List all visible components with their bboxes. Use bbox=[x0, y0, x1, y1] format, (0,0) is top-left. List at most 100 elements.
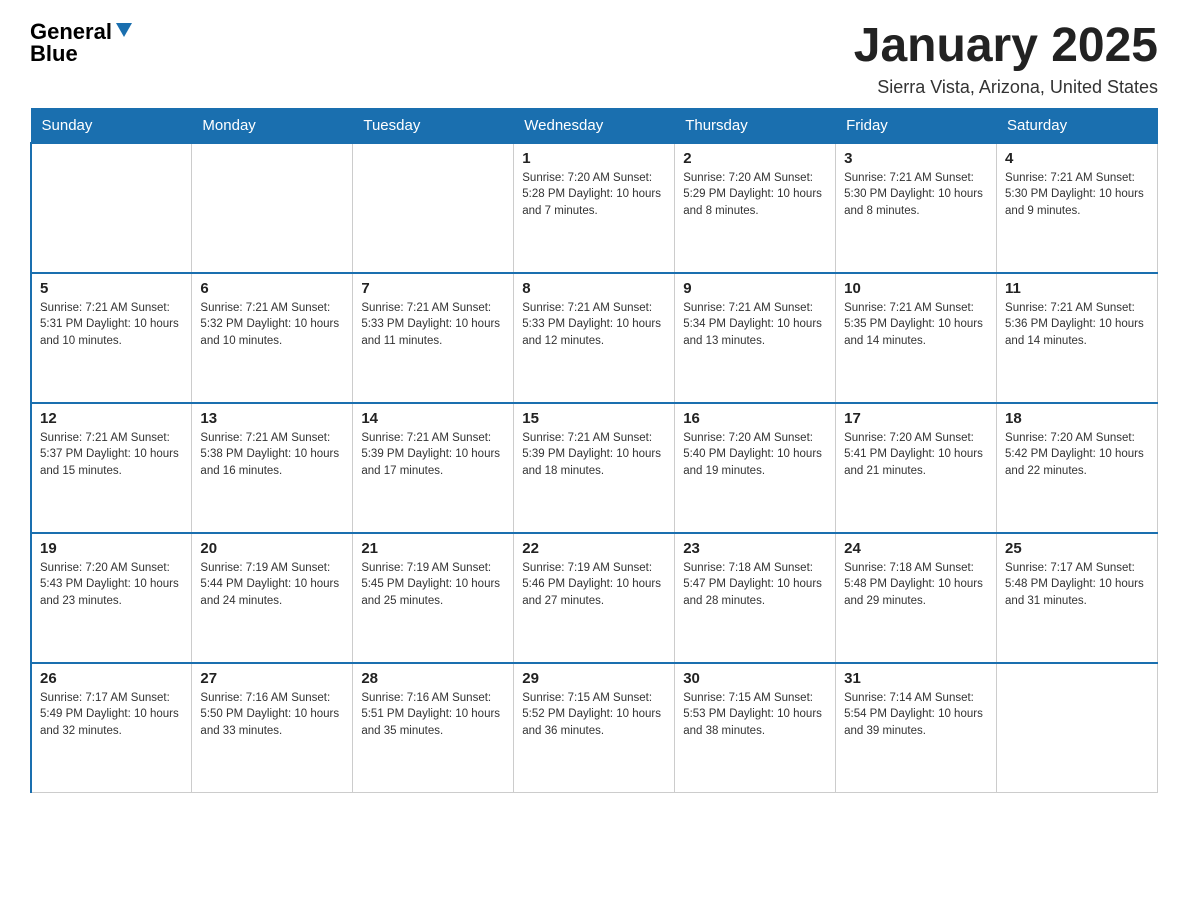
day-number: 18 bbox=[1005, 410, 1149, 427]
calendar-header-thursday: Thursday bbox=[675, 108, 836, 143]
calendar-cell: 14Sunrise: 7:21 AM Sunset: 5:39 PM Dayli… bbox=[353, 403, 514, 533]
calendar-cell: 27 Sunrise: 7:16 AM Sunset: 5:50 PM Dayli… bbox=[192, 663, 353, 793]
day-number: 5 bbox=[40, 280, 183, 297]
day-number: 20 bbox=[200, 540, 344, 557]
day-number: 9 bbox=[683, 280, 827, 297]
day-number: 13 bbox=[200, 410, 344, 427]
day-info: Sunrise: 7:21 AM Sunset: 5:35 PM Dayligh… bbox=[844, 300, 988, 350]
calendar-cell: 29Sunrise: 7:15 AM Sunset: 5:52 PM Dayli… bbox=[514, 663, 675, 793]
day-info: Sunrise: 7:20 AM Sunset: 5:29 PM Dayligh… bbox=[683, 170, 827, 220]
day-number: 19 bbox=[40, 540, 183, 557]
day-number: 14 bbox=[361, 410, 505, 427]
day-number: 1 bbox=[522, 150, 666, 167]
calendar-week-row: 5 Sunrise: 7:21 AM Sunset: 5:31 PM Daylig… bbox=[31, 273, 1158, 403]
day-number: 10 bbox=[844, 280, 988, 297]
calendar-week-row: 26 Sunrise: 7:17 AM Sunset: 5:49 PM Dayli… bbox=[31, 663, 1158, 793]
calendar-cell: 23Sunrise: 7:18 AM Sunset: 5:47 PM Dayli… bbox=[675, 533, 836, 663]
day-number: 16 bbox=[683, 410, 827, 427]
day-info: Sunrise: 7:18 AM Sunset: 5:48 PM Dayligh… bbox=[844, 560, 988, 610]
day-info: Sunrise: 7:19 AM Sunset: 5:44 PM Dayligh… bbox=[200, 560, 344, 610]
calendar-cell bbox=[353, 143, 514, 273]
calendar-cell: 4 Sunrise: 7:21 AM Sunset: 5:30 PM Daylig… bbox=[997, 143, 1158, 273]
calendar-cell bbox=[192, 143, 353, 273]
calendar-cell: 15Sunrise: 7:21 AM Sunset: 5:39 PM Dayli… bbox=[514, 403, 675, 533]
day-info: Sunrise: 7:17 AM Sunset: 5:48 PM Dayligh… bbox=[1005, 560, 1149, 610]
day-number: 23 bbox=[683, 540, 827, 557]
calendar-week-row: 1 Sunrise: 7:20 AM Sunset: 5:28 PM Daylig… bbox=[31, 143, 1158, 273]
calendar-cell: 13 Sunrise: 7:21 AM Sunset: 5:38 PM Dayli… bbox=[192, 403, 353, 533]
calendar-cell: 3Sunrise: 7:21 AM Sunset: 5:30 PM Daylig… bbox=[836, 143, 997, 273]
calendar-cell: 20 Sunrise: 7:19 AM Sunset: 5:44 PM Dayli… bbox=[192, 533, 353, 663]
calendar-cell: 24 Sunrise: 7:18 AM Sunset: 5:48 PM Dayli… bbox=[836, 533, 997, 663]
page-header: General Blue January 2025 Sierra Vista, … bbox=[30, 20, 1158, 98]
calendar-cell: 10 Sunrise: 7:21 AM Sunset: 5:35 PM Dayli… bbox=[836, 273, 997, 403]
calendar-cell: 19 Sunrise: 7:20 AM Sunset: 5:43 PM Dayli… bbox=[31, 533, 192, 663]
calendar-cell: 22Sunrise: 7:19 AM Sunset: 5:46 PM Dayli… bbox=[514, 533, 675, 663]
day-number: 26 bbox=[40, 670, 183, 687]
calendar-cell: 7 Sunrise: 7:21 AM Sunset: 5:33 PM Daylig… bbox=[353, 273, 514, 403]
title-section: January 2025 Sierra Vista, Arizona, Unit… bbox=[854, 20, 1158, 98]
calendar-table: SundayMondayTuesdayWednesdayThursdayFrid… bbox=[30, 108, 1158, 794]
day-info: Sunrise: 7:21 AM Sunset: 5:32 PM Dayligh… bbox=[200, 300, 344, 350]
day-number: 28 bbox=[361, 670, 505, 687]
calendar-cell: 1 Sunrise: 7:20 AM Sunset: 5:28 PM Daylig… bbox=[514, 143, 675, 273]
day-info: Sunrise: 7:16 AM Sunset: 5:51 PM Dayligh… bbox=[361, 690, 505, 740]
day-number: 17 bbox=[844, 410, 988, 427]
day-info: Sunrise: 7:21 AM Sunset: 5:33 PM Dayligh… bbox=[361, 300, 505, 350]
day-info: Sunrise: 7:21 AM Sunset: 5:39 PM Dayligh… bbox=[522, 430, 666, 480]
day-number: 11 bbox=[1005, 280, 1149, 297]
day-number: 25 bbox=[1005, 540, 1149, 557]
day-info: Sunrise: 7:15 AM Sunset: 5:52 PM Dayligh… bbox=[522, 690, 666, 740]
logo-triangle-icon bbox=[116, 23, 132, 37]
day-number: 7 bbox=[361, 280, 505, 297]
calendar-header-row: SundayMondayTuesdayWednesdayThursdayFrid… bbox=[31, 108, 1158, 143]
calendar-header-monday: Monday bbox=[192, 108, 353, 143]
day-info: Sunrise: 7:20 AM Sunset: 5:28 PM Dayligh… bbox=[522, 170, 666, 220]
day-info: Sunrise: 7:21 AM Sunset: 5:38 PM Dayligh… bbox=[200, 430, 344, 480]
calendar-cell: 28 Sunrise: 7:16 AM Sunset: 5:51 PM Dayli… bbox=[353, 663, 514, 793]
calendar-week-row: 12Sunrise: 7:21 AM Sunset: 5:37 PM Dayli… bbox=[31, 403, 1158, 533]
calendar-cell: 2Sunrise: 7:20 AM Sunset: 5:29 PM Daylig… bbox=[675, 143, 836, 273]
day-info: Sunrise: 7:21 AM Sunset: 5:30 PM Dayligh… bbox=[844, 170, 988, 220]
day-info: Sunrise: 7:20 AM Sunset: 5:41 PM Dayligh… bbox=[844, 430, 988, 480]
calendar-cell: 17 Sunrise: 7:20 AM Sunset: 5:41 PM Dayli… bbox=[836, 403, 997, 533]
day-info: Sunrise: 7:21 AM Sunset: 5:31 PM Dayligh… bbox=[40, 300, 183, 350]
location-text: Sierra Vista, Arizona, United States bbox=[854, 77, 1158, 98]
calendar-cell bbox=[31, 143, 192, 273]
calendar-header-friday: Friday bbox=[836, 108, 997, 143]
calendar-header-sunday: Sunday bbox=[31, 108, 192, 143]
day-info: Sunrise: 7:15 AM Sunset: 5:53 PM Dayligh… bbox=[683, 690, 827, 740]
calendar-cell bbox=[997, 663, 1158, 793]
calendar-cell: 11 Sunrise: 7:21 AM Sunset: 5:36 PM Dayli… bbox=[997, 273, 1158, 403]
calendar-cell: 8Sunrise: 7:21 AM Sunset: 5:33 PM Daylig… bbox=[514, 273, 675, 403]
day-info: Sunrise: 7:14 AM Sunset: 5:54 PM Dayligh… bbox=[844, 690, 988, 740]
day-number: 24 bbox=[844, 540, 988, 557]
day-info: Sunrise: 7:21 AM Sunset: 5:34 PM Dayligh… bbox=[683, 300, 827, 350]
calendar-header-tuesday: Tuesday bbox=[353, 108, 514, 143]
calendar-header-wednesday: Wednesday bbox=[514, 108, 675, 143]
calendar-cell: 12Sunrise: 7:21 AM Sunset: 5:37 PM Dayli… bbox=[31, 403, 192, 533]
day-number: 4 bbox=[1005, 150, 1149, 167]
calendar-week-row: 19 Sunrise: 7:20 AM Sunset: 5:43 PM Dayli… bbox=[31, 533, 1158, 663]
day-number: 8 bbox=[522, 280, 666, 297]
day-number: 6 bbox=[200, 280, 344, 297]
calendar-cell: 25 Sunrise: 7:17 AM Sunset: 5:48 PM Dayli… bbox=[997, 533, 1158, 663]
calendar-cell: 9 Sunrise: 7:21 AM Sunset: 5:34 PM Daylig… bbox=[675, 273, 836, 403]
calendar-cell: 5 Sunrise: 7:21 AM Sunset: 5:31 PM Daylig… bbox=[31, 273, 192, 403]
day-number: 31 bbox=[844, 670, 988, 687]
day-info: Sunrise: 7:19 AM Sunset: 5:45 PM Dayligh… bbox=[361, 560, 505, 610]
day-info: Sunrise: 7:20 AM Sunset: 5:43 PM Dayligh… bbox=[40, 560, 183, 610]
day-info: Sunrise: 7:21 AM Sunset: 5:30 PM Dayligh… bbox=[1005, 170, 1149, 220]
calendar-cell: 18 Sunrise: 7:20 AM Sunset: 5:42 PM Dayli… bbox=[997, 403, 1158, 533]
day-info: Sunrise: 7:16 AM Sunset: 5:50 PM Dayligh… bbox=[200, 690, 344, 740]
logo-text-blue: Blue bbox=[30, 41, 78, 66]
day-info: Sunrise: 7:21 AM Sunset: 5:36 PM Dayligh… bbox=[1005, 300, 1149, 350]
logo: General Blue bbox=[30, 20, 132, 66]
day-number: 27 bbox=[200, 670, 344, 687]
day-info: Sunrise: 7:20 AM Sunset: 5:42 PM Dayligh… bbox=[1005, 430, 1149, 480]
day-number: 21 bbox=[361, 540, 505, 557]
day-number: 12 bbox=[40, 410, 183, 427]
calendar-cell: 26 Sunrise: 7:17 AM Sunset: 5:49 PM Dayli… bbox=[31, 663, 192, 793]
day-info: Sunrise: 7:17 AM Sunset: 5:49 PM Dayligh… bbox=[40, 690, 183, 740]
day-info: Sunrise: 7:19 AM Sunset: 5:46 PM Dayligh… bbox=[522, 560, 666, 610]
